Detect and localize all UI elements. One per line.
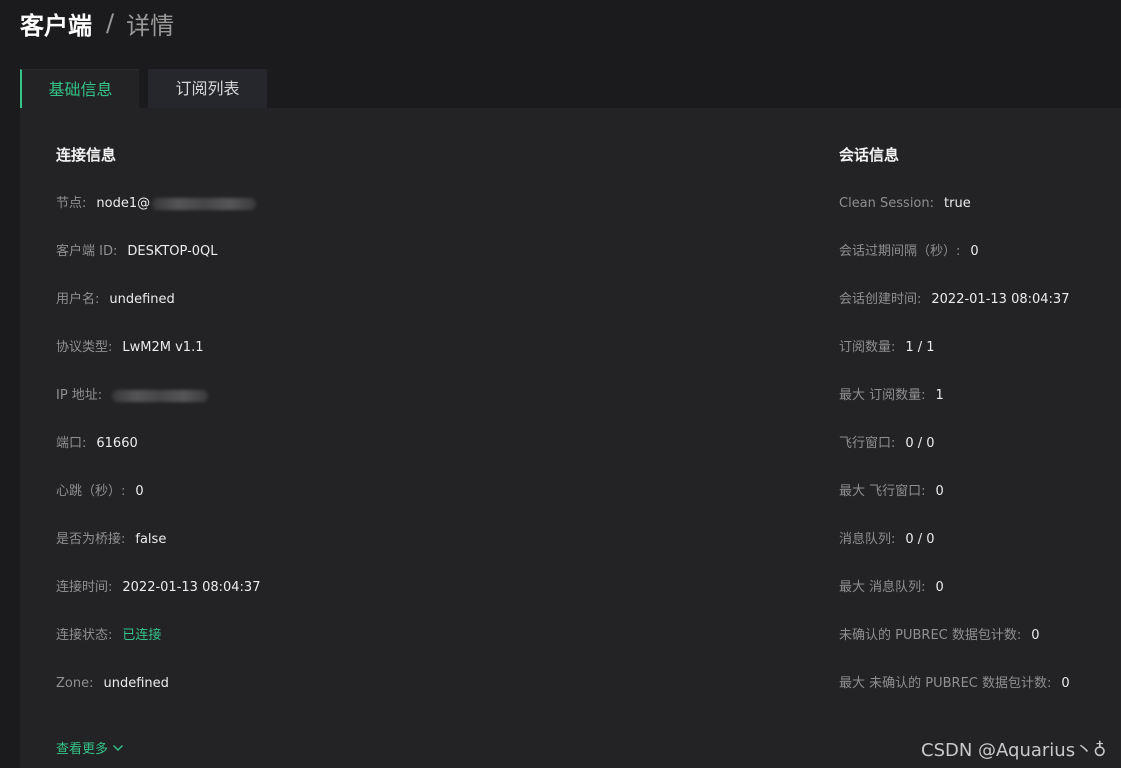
client-id-value: DESKTOP-0QL bbox=[127, 244, 218, 259]
expiry-interval-label: 会话过期间隔（秒）: bbox=[839, 244, 961, 259]
redacted-node-host bbox=[152, 197, 257, 210]
ip-address-label: IP 地址: bbox=[56, 388, 103, 403]
client-id-label: 客户端 ID: bbox=[56, 244, 118, 259]
row-username: 用户名: undefined bbox=[56, 290, 175, 310]
subscriptions-count-value: 1 / 1 bbox=[905, 340, 935, 355]
is-bridge-value: false bbox=[135, 532, 167, 547]
tab-subscriptions[interactable]: 订阅列表 bbox=[148, 69, 267, 108]
row-zone: Zone: undefined bbox=[56, 674, 169, 694]
clean-session-value: true bbox=[944, 196, 971, 211]
protocol-value: LwM2M v1.1 bbox=[122, 340, 204, 355]
expiry-interval-value: 0 bbox=[970, 244, 979, 259]
inflight-value: 0 / 0 bbox=[905, 436, 935, 451]
session-created-label: 会话创建时间: bbox=[839, 292, 922, 307]
row-session-created: 会话创建时间: 2022-01-13 08:04:37 bbox=[839, 290, 1069, 310]
inflight-label: 飞行窗口: bbox=[839, 436, 896, 451]
csdn-watermark: CSDN @Aquarius丶♁ bbox=[921, 740, 1107, 761]
row-max-awaiting-rel: 最大 未确认的 PUBREC 数据包计数: 0 bbox=[839, 674, 1070, 694]
row-protocol: 协议类型: LwM2M v1.1 bbox=[56, 338, 203, 358]
max-message-queue-label: 最大 消息队列: bbox=[839, 580, 926, 595]
tab-bar: 基础信息 订阅列表 bbox=[20, 69, 267, 108]
connection-status-label: 连接状态: bbox=[56, 628, 113, 643]
row-port: 端口: 61660 bbox=[56, 434, 138, 454]
redacted-ip-address bbox=[112, 389, 209, 402]
breadcrumb-clients-link[interactable]: 客户端 bbox=[20, 6, 92, 41]
row-max-message-queue: 最大 消息队列: 0 bbox=[839, 578, 944, 598]
row-subscriptions-count: 订阅数量: 1 / 1 bbox=[839, 338, 935, 358]
node-value: node1@ bbox=[96, 196, 151, 211]
client-detail-page: 客户端 / 详情 基础信息 订阅列表 连接信息 节点: node1@ 客户端 ID… bbox=[0, 0, 1121, 768]
username-value: undefined bbox=[109, 292, 175, 307]
node-label: 节点: bbox=[56, 196, 87, 211]
row-client-id: 客户端 ID: DESKTOP-0QL bbox=[56, 242, 218, 262]
connected-at-label: 连接时间: bbox=[56, 580, 113, 595]
subscriptions-count-label: 订阅数量: bbox=[839, 340, 896, 355]
row-connection-status: 连接状态: 已连接 bbox=[56, 626, 161, 646]
row-keepalive: 心跳（秒）: 0 bbox=[56, 482, 144, 502]
is-bridge-label: 是否为桥接: bbox=[56, 532, 126, 547]
max-inflight-value: 0 bbox=[935, 484, 944, 499]
awaiting-rel-value: 0 bbox=[1031, 628, 1040, 643]
tab-basic-info[interactable]: 基础信息 bbox=[20, 69, 139, 108]
row-ip-address: IP 地址: bbox=[56, 386, 209, 406]
message-queue-value: 0 / 0 bbox=[905, 532, 935, 547]
row-clean-session: Clean Session: true bbox=[839, 194, 971, 214]
max-awaiting-rel-label: 最大 未确认的 PUBREC 数据包计数: bbox=[839, 676, 1052, 691]
max-message-queue-value: 0 bbox=[935, 580, 944, 595]
connection-info-title: 连接信息 bbox=[56, 146, 117, 164]
row-connected-at: 连接时间: 2022-01-13 08:04:37 bbox=[56, 578, 260, 598]
keepalive-label: 心跳（秒）: bbox=[56, 484, 126, 499]
row-is-bridge: 是否为桥接: false bbox=[56, 530, 166, 550]
username-label: 用户名: bbox=[56, 292, 100, 307]
row-max-subscriptions: 最大 订阅数量: 1 bbox=[839, 386, 944, 406]
keepalive-value: 0 bbox=[135, 484, 144, 499]
row-inflight: 飞行窗口: 0 / 0 bbox=[839, 434, 935, 454]
breadcrumb: 客户端 / 详情 bbox=[20, 6, 174, 40]
row-expiry-interval: 会话过期间隔（秒）: 0 bbox=[839, 242, 979, 262]
detail-panel: 连接信息 节点: node1@ 客户端 ID: DESKTOP-0QL 用户名: un… bbox=[20, 108, 1121, 768]
breadcrumb-separator: / bbox=[106, 9, 115, 37]
clean-session-label: Clean Session: bbox=[839, 196, 935, 211]
message-queue-label: 消息队列: bbox=[839, 532, 896, 547]
max-subscriptions-value: 1 bbox=[935, 388, 944, 403]
session-created-value: 2022-01-13 08:04:37 bbox=[931, 292, 1070, 307]
row-node: 节点: node1@ bbox=[56, 194, 257, 214]
zone-value: undefined bbox=[103, 676, 169, 691]
chevron-down-icon bbox=[113, 744, 124, 751]
protocol-label: 协议类型: bbox=[56, 340, 113, 355]
session-info-title: 会话信息 bbox=[839, 146, 900, 164]
port-label: 端口: bbox=[56, 436, 87, 451]
view-more-link[interactable]: 查看更多 bbox=[56, 738, 124, 757]
row-max-inflight: 最大 飞行窗口: 0 bbox=[839, 482, 944, 502]
connected-at-value: 2022-01-13 08:04:37 bbox=[122, 580, 261, 595]
port-value: 61660 bbox=[96, 436, 138, 451]
awaiting-rel-label: 未确认的 PUBREC 数据包计数: bbox=[839, 628, 1022, 643]
row-message-queue: 消息队列: 0 / 0 bbox=[839, 530, 935, 550]
breadcrumb-current: 详情 bbox=[126, 11, 175, 40]
zone-label: Zone: bbox=[56, 676, 94, 691]
row-awaiting-rel: 未确认的 PUBREC 数据包计数: 0 bbox=[839, 626, 1040, 646]
connection-status-badge: 已连接 bbox=[122, 628, 162, 643]
max-awaiting-rel-value: 0 bbox=[1061, 676, 1070, 691]
max-subscriptions-label: 最大 订阅数量: bbox=[839, 388, 926, 403]
max-inflight-label: 最大 飞行窗口: bbox=[839, 484, 926, 499]
view-more-label: 查看更多 bbox=[56, 742, 109, 757]
